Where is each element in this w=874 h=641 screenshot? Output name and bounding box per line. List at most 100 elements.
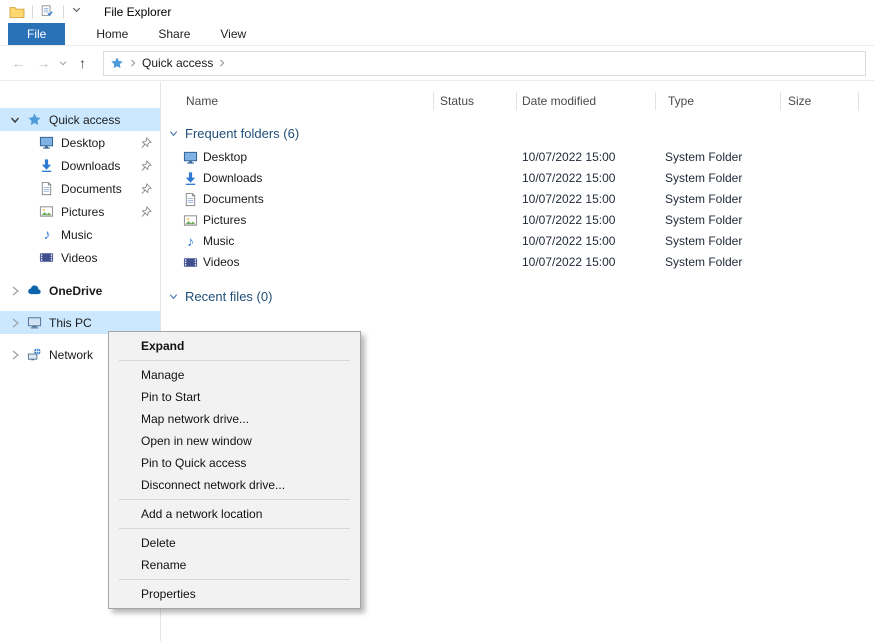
context-menu-item-pin-to-start[interactable]: Pin to Start [109, 386, 360, 408]
context-menu-item-properties[interactable]: Properties [109, 583, 360, 605]
this-pc-monitor-icon [27, 315, 43, 331]
column-divider[interactable] [780, 92, 781, 110]
column-divider[interactable] [858, 92, 859, 110]
breadcrumb-chevron-icon[interactable] [218, 58, 226, 68]
context-menu-item-expand[interactable]: Expand [109, 335, 360, 357]
table-row[interactable]: Pictures 10/07/2022 15:00 System Folder [161, 210, 874, 231]
downloads-icon [39, 158, 55, 174]
row-name: Desktop [203, 150, 247, 164]
section-chevron-down-icon[interactable] [168, 291, 179, 302]
sidebar-item-desktop[interactable]: Desktop [0, 131, 160, 154]
folder-icon[interactable] [9, 4, 25, 20]
sidebar-item-label: Pictures [61, 205, 104, 219]
tab-share[interactable]: Share [143, 23, 205, 45]
column-header-name[interactable]: Name [186, 94, 218, 108]
row-date-modified: 10/07/2022 15:00 [522, 171, 615, 185]
sidebar-item-label: Desktop [61, 136, 105, 150]
sidebar-item-videos[interactable]: Videos [0, 246, 160, 269]
documents-icon [183, 192, 198, 207]
tab-view[interactable]: View [205, 23, 261, 45]
context-menu: Expand Manage Pin to Start Map network d… [108, 331, 361, 609]
documents-icon [39, 181, 55, 197]
pin-icon [140, 160, 152, 172]
context-menu-item-disconnect-network-drive[interactable]: Disconnect network drive... [109, 474, 360, 496]
forward-arrow-icon: → [37, 55, 51, 71]
column-divider[interactable] [655, 92, 656, 110]
pin-icon [140, 206, 152, 218]
column-header-status[interactable]: Status [440, 94, 474, 108]
collapse-chevron-icon[interactable] [9, 349, 21, 361]
expand-chevron-icon[interactable] [9, 114, 21, 126]
row-date-modified: 10/07/2022 15:00 [522, 213, 615, 227]
sidebar-item-onedrive[interactable]: OneDrive [0, 279, 160, 302]
row-name: Videos [203, 255, 239, 269]
quick-access-star-icon [27, 112, 43, 128]
breadcrumb-chevron-icon[interactable] [129, 58, 137, 68]
context-menu-item-delete[interactable]: Delete [109, 532, 360, 554]
address-bar: ← → ↑ Quick access [0, 46, 874, 81]
sidebar-item-pictures[interactable]: Pictures [0, 200, 160, 223]
context-menu-item-manage[interactable]: Manage [109, 364, 360, 386]
up-button[interactable]: ↑ [70, 51, 95, 75]
table-row[interactable]: Documents 10/07/2022 15:00 System Folder [161, 189, 874, 210]
table-row[interactable]: Videos 10/07/2022 15:00 System Folder [161, 252, 874, 273]
context-menu-separator [119, 499, 350, 500]
customize-toolbar-chevron-icon[interactable] [71, 4, 87, 20]
pictures-icon [39, 204, 55, 220]
row-type: System Folder [665, 255, 742, 269]
sidebar-item-label: OneDrive [49, 284, 102, 298]
table-row[interactable]: Desktop 10/07/2022 15:00 System Folder [161, 147, 874, 168]
section-chevron-down-icon[interactable] [168, 128, 179, 139]
row-date-modified: 10/07/2022 15:00 [522, 150, 615, 164]
back-button[interactable]: ← [6, 51, 31, 75]
sidebar-item-label: Quick access [49, 113, 120, 127]
collapse-chevron-icon[interactable] [9, 285, 21, 297]
music-note-icon: ♪ [183, 234, 198, 249]
sidebar-item-label: Music [61, 228, 92, 242]
quick-toolbar-properties-icon[interactable] [40, 4, 56, 20]
row-name: Downloads [203, 171, 262, 185]
sidebar-item-documents[interactable]: Documents [0, 177, 160, 200]
context-menu-item-rename[interactable]: Rename [109, 554, 360, 576]
row-type: System Folder [665, 150, 742, 164]
network-icon [27, 347, 43, 363]
context-menu-item-open-in-new-window[interactable]: Open in new window [109, 430, 360, 452]
table-row[interactable]: Downloads 10/07/2022 15:00 System Folder [161, 168, 874, 189]
column-header-date-modified[interactable]: Date modified [522, 94, 596, 108]
column-header-type[interactable]: Type [668, 94, 694, 108]
collapse-chevron-icon[interactable] [9, 317, 21, 329]
context-menu-item-map-network-drive[interactable]: Map network drive... [109, 408, 360, 430]
context-menu-separator [119, 360, 350, 361]
recent-locations-dropdown[interactable] [56, 51, 70, 75]
back-arrow-icon: ← [12, 55, 26, 71]
breadcrumb-quick-access[interactable]: Quick access [142, 56, 213, 70]
frequent-folders-header[interactable]: Frequent folders (6) [168, 126, 874, 141]
table-row[interactable]: ♪ Music 10/07/2022 15:00 System Folder [161, 231, 874, 252]
forward-button[interactable]: → [31, 51, 56, 75]
chevron-down-icon [58, 58, 68, 68]
context-menu-separator [119, 528, 350, 529]
sidebar-item-downloads[interactable]: Downloads [0, 154, 160, 177]
recent-files-header[interactable]: Recent files (0) [168, 289, 874, 304]
sidebar-item-label: This PC [49, 316, 92, 330]
context-menu-separator [119, 579, 350, 580]
window-title: File Explorer [104, 5, 171, 19]
column-header-row: Name Status Date modified Type Size [161, 90, 874, 114]
column-divider[interactable] [516, 92, 517, 110]
sidebar-item-label: Documents [61, 182, 122, 196]
titlebar: File Explorer [0, 0, 874, 23]
sidebar-item-music[interactable]: ♪ Music [0, 223, 160, 246]
column-divider[interactable] [433, 92, 434, 110]
context-menu-item-pin-to-quick-access[interactable]: Pin to Quick access [109, 452, 360, 474]
column-header-size[interactable]: Size [788, 94, 811, 108]
downloads-icon [183, 171, 198, 186]
up-arrow-icon: ↑ [79, 55, 86, 71]
onedrive-cloud-icon [27, 283, 43, 299]
sidebar-item-quick-access[interactable]: Quick access [0, 108, 160, 131]
tab-home[interactable]: Home [81, 23, 143, 45]
tab-file[interactable]: File [8, 23, 65, 45]
videos-icon [183, 255, 198, 270]
context-menu-item-add-network-location[interactable]: Add a network location [109, 503, 360, 525]
row-date-modified: 10/07/2022 15:00 [522, 192, 615, 206]
address-input[interactable]: Quick access [103, 51, 866, 76]
